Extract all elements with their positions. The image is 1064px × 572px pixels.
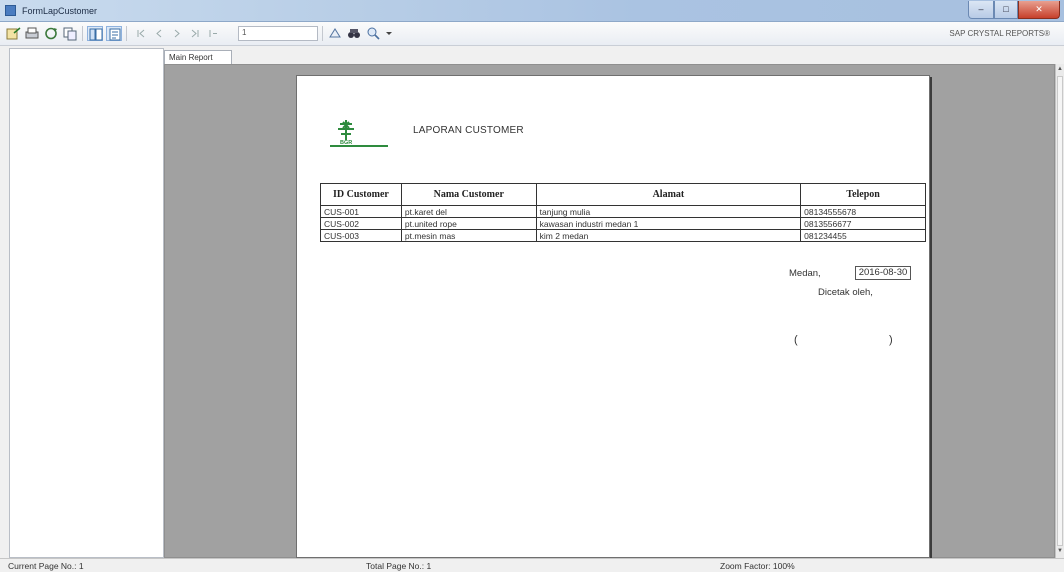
next-page-icon	[174, 29, 180, 38]
vertical-scrollbar[interactable]: ▲ ▼	[1055, 64, 1064, 558]
toggle-param-panel-button[interactable]	[106, 26, 122, 41]
viewer-toolbar: 1 SAP CRYSTAL REPORTS®	[0, 22, 1064, 46]
column-header: Alamat	[535, 183, 802, 206]
window-title: FormLapCustomer	[22, 6, 98, 16]
city-label: Medan,	[789, 268, 821, 279]
logo-text: BGR	[340, 140, 352, 146]
window-controls: – □ ✕	[968, 1, 1060, 19]
zoom-factor-status: Zoom Factor: 100%	[720, 561, 795, 571]
table-cell: pt.mesin mas	[400, 229, 537, 242]
next-page-button[interactable]	[169, 26, 185, 41]
signature-open-paren: (	[794, 334, 798, 346]
group-tree-icon	[89, 28, 103, 41]
tab-main-report[interactable]: Main Report	[164, 50, 232, 64]
print-button[interactable]	[24, 26, 40, 41]
table-cell: kim 2 medan	[535, 229, 802, 242]
scroll-up-icon[interactable]: ▲	[1057, 66, 1063, 72]
table-cell: pt.united rope	[400, 217, 537, 230]
sap-crystal-reports-logo: SAP CRYSTAL REPORTS®	[949, 29, 1050, 38]
last-page-button[interactable]	[187, 26, 203, 41]
column-header: ID Customer	[320, 183, 402, 206]
stop-icon	[329, 28, 341, 38]
toolbar-separator	[322, 26, 323, 41]
export-icon	[6, 27, 21, 40]
group-tree-panel[interactable]	[9, 48, 164, 558]
binoculars-icon	[348, 29, 360, 38]
report-page: BGR LAPORAN CUSTOMER ID Customer Nama Cu…	[296, 75, 930, 558]
table-row: CUS-003 pt.mesin mas kim 2 medan 0812344…	[320, 229, 926, 242]
refresh-icon	[45, 27, 57, 40]
print-date: 2016-08-30	[855, 266, 911, 280]
close-button[interactable]: ✕	[1018, 1, 1060, 19]
minimize-icon: –	[978, 4, 984, 14]
toggle-group-tree-button[interactable]	[87, 26, 103, 41]
param-panel-icon	[109, 28, 121, 41]
customer-table: ID Customer Nama Customer Alamat Telepon…	[320, 183, 926, 242]
first-page-button[interactable]	[133, 26, 149, 41]
goto-page-button[interactable]	[205, 26, 221, 41]
column-header: Nama Customer	[400, 183, 537, 206]
maximize-button[interactable]: □	[994, 1, 1018, 19]
table-cell: kawasan industri medan 1	[535, 217, 802, 230]
stop-button[interactable]	[327, 26, 343, 41]
table-row: CUS-001 pt.karet del tanjung mulia 08134…	[320, 205, 926, 218]
scrollbar-thumb[interactable]	[1057, 76, 1063, 546]
zoom-dropdown-button[interactable]	[381, 26, 392, 41]
close-icon: ✕	[1035, 4, 1043, 14]
current-page-status: Current Page No.: 1	[8, 561, 84, 571]
table-cell: CUS-001	[320, 205, 402, 218]
total-page-status: Total Page No.: 1	[366, 561, 432, 571]
toolbar-separator	[82, 26, 83, 41]
table-cell: tanjung mulia	[535, 205, 802, 218]
title-bar: FormLapCustomer – □ ✕	[0, 0, 1064, 22]
table-cell: pt.karet del	[400, 205, 537, 218]
table-cell: 0813556677	[800, 217, 926, 230]
print-icon	[25, 27, 39, 39]
goto-page-icon	[209, 30, 217, 37]
app-icon	[5, 5, 16, 16]
last-page-icon	[191, 29, 199, 38]
table-cell: CUS-003	[320, 229, 402, 242]
table-row: CUS-002 pt.united rope kawasan industri …	[320, 217, 926, 230]
signature-close-paren: )	[889, 334, 893, 346]
toolbar-separator	[126, 26, 127, 41]
column-header: Telepon	[800, 183, 926, 206]
copy-button[interactable]	[62, 26, 78, 41]
prev-page-button[interactable]	[151, 26, 167, 41]
page-number-input[interactable]: 1	[238, 26, 318, 41]
company-logo: BGR	[324, 114, 394, 154]
copy-icon	[63, 27, 77, 41]
chevron-down-icon	[386, 32, 392, 35]
scroll-down-icon[interactable]: ▼	[1057, 548, 1063, 554]
export-button[interactable]	[5, 26, 21, 41]
table-cell: 08134555678	[800, 205, 926, 218]
maximize-icon: □	[1003, 4, 1009, 14]
first-page-icon	[137, 29, 145, 38]
search-button[interactable]	[346, 26, 362, 41]
printed-by-label: Dicetak oleh,	[818, 287, 873, 298]
refresh-button[interactable]	[43, 26, 59, 41]
table-cell: CUS-002	[320, 217, 402, 230]
prev-page-icon	[156, 29, 162, 38]
minimize-button[interactable]: –	[968, 1, 994, 19]
report-title: LAPORAN CUSTOMER	[413, 125, 524, 136]
zoom-icon	[367, 27, 380, 40]
zoom-button[interactable]	[366, 26, 382, 41]
table-header-row: ID Customer Nama Customer Alamat Telepon	[320, 183, 926, 206]
logo-icon: BGR	[330, 120, 388, 147]
status-bar: Current Page No.: 1 Total Page No.: 1 Zo…	[0, 558, 1064, 572]
table-cell: 081234455	[800, 229, 926, 242]
